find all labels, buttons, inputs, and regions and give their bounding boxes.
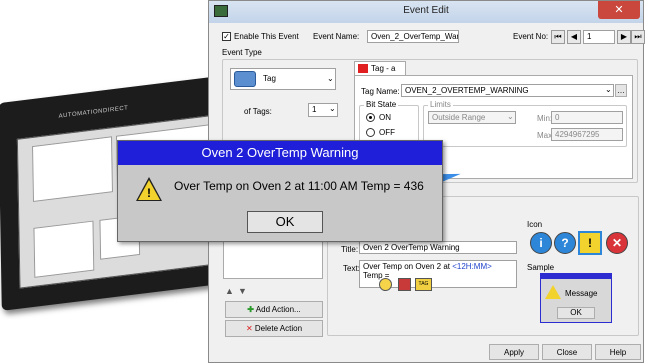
window-title: Event Edit bbox=[403, 5, 449, 16]
bit-off-label: OFF bbox=[379, 128, 395, 137]
text-prefix: Over Temp on Oven 2 at bbox=[363, 262, 453, 271]
plus-icon: ✚ bbox=[247, 305, 254, 314]
chevron-down-icon: ⌄ bbox=[507, 112, 514, 121]
insert-time-icon[interactable] bbox=[379, 278, 392, 291]
warning-icon[interactable]: ! bbox=[578, 231, 602, 255]
tab-tag-a-label: Tag - a bbox=[371, 64, 396, 73]
limits-value: Outside Range bbox=[432, 113, 486, 122]
close-button[interactable]: Close bbox=[542, 344, 592, 360]
bit-on-radio[interactable] bbox=[366, 113, 375, 122]
tab-tag-a[interactable]: Tag - a bbox=[354, 61, 406, 75]
chevron-down-icon: ⌄ bbox=[327, 74, 334, 83]
hmi-mini-list bbox=[33, 220, 95, 278]
num-tags-select[interactable]: 1 ⌄ bbox=[308, 103, 338, 117]
tag-type-icon bbox=[234, 71, 256, 87]
tag-color-swatch bbox=[358, 64, 368, 73]
delete-action-button[interactable]: ✕ Delete Action bbox=[225, 320, 323, 337]
event-no-label: Event No: bbox=[513, 32, 549, 41]
limits-label: Limits bbox=[428, 100, 453, 109]
sample-preview: Message OK bbox=[540, 273, 612, 323]
help-button[interactable]: Help bbox=[595, 344, 641, 360]
apply-button[interactable]: Apply bbox=[489, 344, 539, 360]
add-action-button[interactable]: ✚ Add Action... bbox=[225, 301, 323, 318]
first-event-button[interactable]: ⏮ bbox=[551, 30, 565, 44]
warning-icon-mark: ! bbox=[147, 186, 151, 200]
title-input[interactable]: Oven 2 OverTemp Warning bbox=[359, 241, 517, 254]
event-type-value: Tag bbox=[263, 74, 276, 83]
text-label: Text: bbox=[343, 264, 360, 273]
chevron-down-icon: ⌄ bbox=[605, 85, 612, 94]
delete-x-icon: ✕ bbox=[245, 324, 253, 333]
num-tags-label: of Tags: bbox=[244, 107, 272, 116]
last-event-button[interactable]: ⏭ bbox=[631, 30, 645, 44]
bit-state-label: Bit State bbox=[364, 100, 399, 109]
next-event-button[interactable]: ▶ bbox=[617, 30, 631, 44]
tag-name-select[interactable]: OVEN_2_OVERTEMP_WARNING ⌄ bbox=[401, 84, 614, 97]
popup-ok-button[interactable]: OK bbox=[247, 211, 323, 233]
tag-name-label: Tag Name: bbox=[361, 87, 400, 96]
hmi-brand-label: AUTOMATIONDIRECT bbox=[58, 105, 129, 120]
close-icon[interactable]: ✕ bbox=[598, 1, 640, 19]
add-action-label: Add Action... bbox=[255, 305, 301, 314]
move-up-icon[interactable]: ▲ bbox=[225, 286, 234, 296]
title-label: Title: bbox=[341, 245, 359, 254]
event-type-label: Event Type bbox=[222, 48, 262, 57]
bit-off-radio[interactable] bbox=[366, 128, 375, 137]
sample-ok-button: OK bbox=[557, 307, 595, 319]
max-input[interactable]: 4294967295 bbox=[551, 128, 623, 141]
question-icon[interactable]: ? bbox=[554, 232, 576, 254]
chevron-down-icon: ⌄ bbox=[329, 104, 336, 113]
bit-on-label: ON bbox=[379, 113, 391, 122]
insert-date-icon[interactable] bbox=[398, 278, 411, 291]
enable-event-checkbox[interactable]: ✓ bbox=[222, 32, 231, 41]
enable-event-label: Enable This Event bbox=[234, 32, 299, 41]
browse-tag-button[interactable]: … bbox=[615, 84, 627, 97]
delete-action-label: Delete Action bbox=[254, 324, 303, 333]
sample-label: Sample bbox=[527, 263, 555, 272]
text-time-tag: <12H:MM> bbox=[452, 262, 492, 271]
sample-message: Message bbox=[565, 289, 598, 298]
info-icon[interactable]: i bbox=[530, 232, 552, 254]
event-no-input[interactable]: 1 bbox=[583, 30, 615, 44]
min-input[interactable]: 0 bbox=[551, 111, 623, 124]
popup-message: Over Temp on Oven 2 at 11:00 AM Temp = 4… bbox=[174, 179, 424, 193]
tag-name-value: OVEN_2_OVERTEMP_WARNING bbox=[405, 86, 529, 95]
event-name-input[interactable]: Oven_2_OverTemp_Warning bbox=[367, 30, 459, 43]
icon-label: Icon bbox=[527, 220, 543, 229]
hmi-mini-panel bbox=[32, 136, 113, 202]
warning-popup: Oven 2 OverTemp Warning ! Over Temp on O… bbox=[117, 140, 443, 242]
move-down-icon[interactable]: ▼ bbox=[238, 286, 247, 296]
event-name-label: Event Name: bbox=[313, 32, 360, 41]
num-tags-value: 1 bbox=[312, 105, 317, 114]
warning-icon: ! bbox=[136, 177, 162, 201]
title-bar: Event Edit ✕ bbox=[209, 1, 643, 23]
prev-event-button[interactable]: ◀ bbox=[567, 30, 581, 44]
limits-select[interactable]: Outside Range ⌄ bbox=[428, 111, 516, 124]
min-label: Min: bbox=[537, 114, 553, 123]
sample-warning-icon bbox=[545, 285, 561, 299]
insert-tag-icon[interactable]: TAG bbox=[415, 278, 432, 291]
popup-title: Oven 2 OverTemp Warning bbox=[118, 141, 442, 165]
event-type-select[interactable]: Tag ⌄ bbox=[230, 68, 336, 90]
error-icon[interactable]: ✕ bbox=[606, 232, 628, 254]
